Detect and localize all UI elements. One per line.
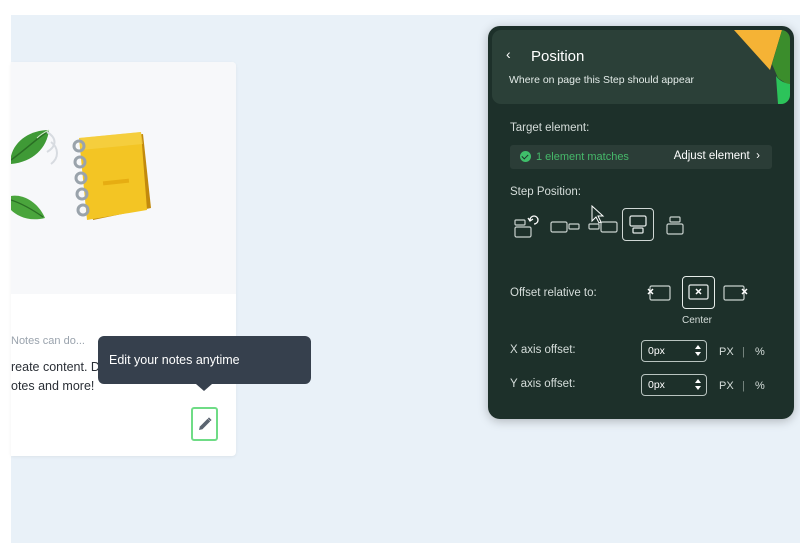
- position-bottom-option-selected[interactable]: [622, 208, 654, 241]
- wind-lines: [46, 131, 58, 165]
- x-offset-label: X axis offset:: [510, 344, 576, 356]
- card-hero-image: [11, 62, 236, 294]
- stepper-arrows-icon[interactable]: [695, 378, 701, 392]
- unit-percent-option[interactable]: %: [755, 346, 765, 358]
- check-circle-icon: [520, 151, 531, 162]
- back-button[interactable]: ‹: [506, 46, 511, 62]
- y-offset-value: 0px: [648, 379, 665, 391]
- offset-relative-label: Offset relative to:: [510, 287, 597, 299]
- edit-note-button[interactable]: [191, 407, 218, 441]
- panel-subtitle: Where on page this Step should appear: [509, 74, 695, 86]
- chevron-right-icon: ›: [752, 150, 760, 162]
- panel-header: ‹ Position Where on page this Step shoul…: [492, 30, 790, 104]
- y-offset-input[interactable]: 0px: [641, 374, 707, 396]
- position-auto-icon[interactable]: [514, 214, 540, 238]
- position-bottom-icon: [629, 215, 647, 234]
- target-element-label: Target element:: [510, 122, 590, 134]
- unit-px-option[interactable]: PX: [719, 380, 734, 392]
- target-element-row: 1 element matches Adjust element ›: [510, 145, 772, 169]
- center-label: Center: [682, 315, 713, 326]
- stepper-arrows-icon[interactable]: [695, 344, 701, 358]
- step-position-label: Step Position:: [510, 186, 581, 198]
- unit-px-option[interactable]: PX: [719, 346, 734, 358]
- x-offset-value: 0px: [648, 345, 665, 357]
- adjust-element-label: Adjust element: [673, 150, 750, 162]
- mouse-cursor-icon: [591, 205, 605, 224]
- offset-left-option[interactable]: [646, 283, 672, 303]
- adjust-element-button[interactable]: Adjust element ›: [674, 150, 760, 162]
- unit-separator: |: [742, 380, 745, 392]
- card-subtitle: Notes can do...: [11, 335, 85, 347]
- offset-right-option[interactable]: [723, 283, 749, 303]
- notebook-icon: [72, 132, 151, 220]
- tooltip: Edit your notes anytime: [98, 336, 311, 384]
- position-left-icon[interactable]: [550, 220, 580, 234]
- leaf-icon: [11, 195, 45, 220]
- notes-card: Notes can do... reate content. Dr otes a…: [11, 62, 236, 456]
- x-offset-input[interactable]: 0px: [641, 340, 707, 362]
- y-offset-label: Y axis offset:: [510, 378, 576, 390]
- unit-separator: |: [742, 346, 745, 358]
- position-top-icon[interactable]: [666, 216, 684, 236]
- position-panel: ‹ Position Where on page this Step shoul…: [488, 26, 794, 419]
- panel-title: Position: [531, 48, 585, 65]
- match-status: 1 element matches: [536, 151, 629, 163]
- pencil-icon: [198, 417, 212, 430]
- unit-percent-option[interactable]: %: [755, 380, 765, 392]
- tooltip-arrow: [196, 384, 212, 391]
- bottom-strip: [0, 543, 800, 558]
- offset-center-icon: [688, 284, 709, 300]
- offset-center-option-selected[interactable]: [682, 276, 715, 309]
- decorative-shapes: [734, 30, 790, 104]
